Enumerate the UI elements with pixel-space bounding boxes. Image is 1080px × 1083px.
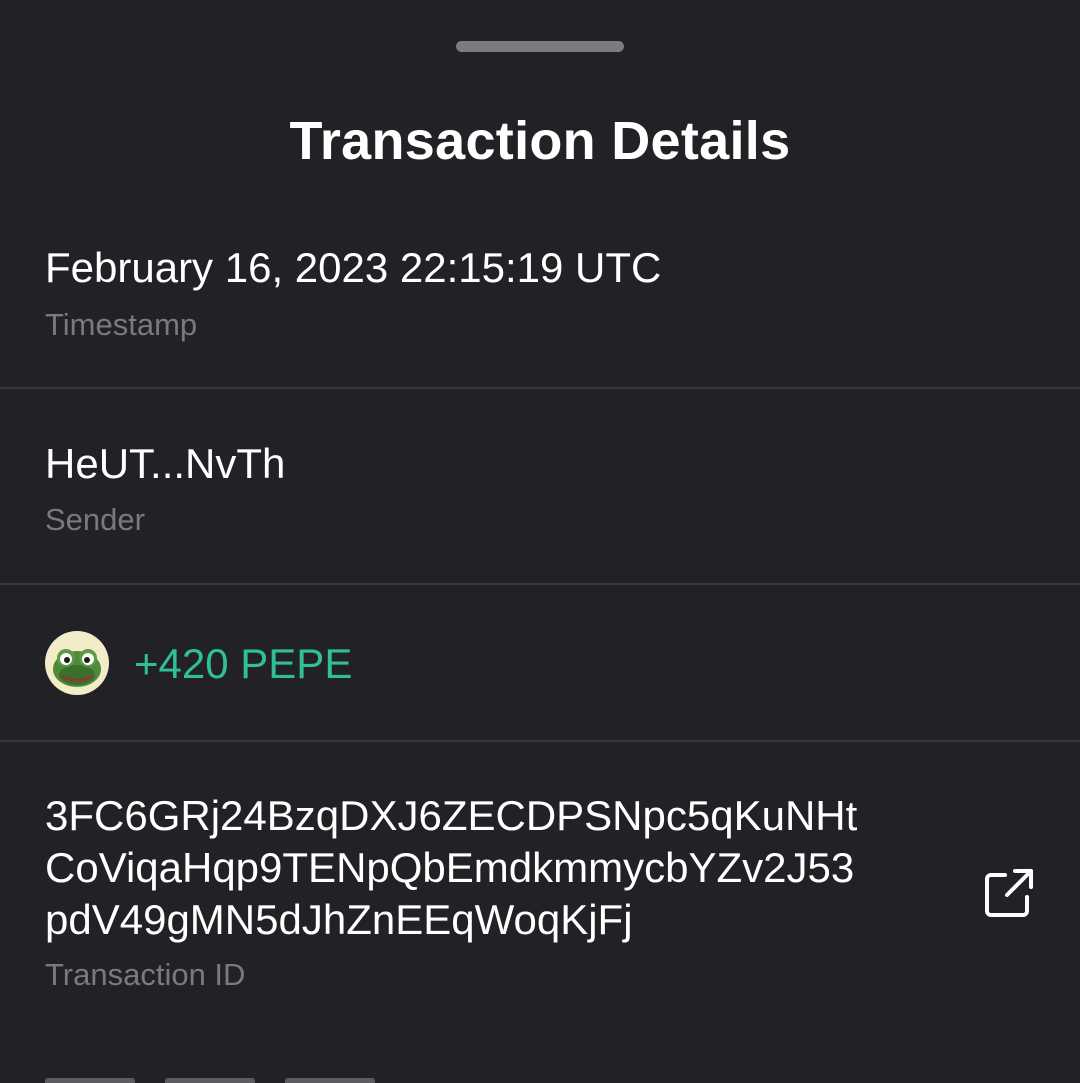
- transfer-amount: +420 PEPE: [134, 640, 353, 687]
- pepe-token-icon: [45, 631, 109, 695]
- timestamp-value: February 16, 2023 22:15:19 UTC: [45, 244, 662, 291]
- transaction-id-value[interactable]: 3FC6GRj24BzqDXJ6ZECDPSNpc5qKuNHt CoViqaH…: [45, 790, 945, 946]
- drag-handle[interactable]: [456, 41, 624, 52]
- external-link-icon[interactable]: [982, 866, 1036, 920]
- next-row-peek: [45, 1074, 465, 1083]
- divider: [0, 583, 1080, 585]
- divider: [0, 387, 1080, 389]
- divider: [0, 740, 1080, 742]
- sender-label: Sender: [45, 502, 145, 537]
- transaction-id-label: Transaction ID: [45, 957, 246, 992]
- timestamp-label: Timestamp: [45, 307, 198, 342]
- sheet-title: Transaction Details: [289, 111, 791, 171]
- sender-value[interactable]: HeUT...NvTh: [45, 438, 285, 490]
